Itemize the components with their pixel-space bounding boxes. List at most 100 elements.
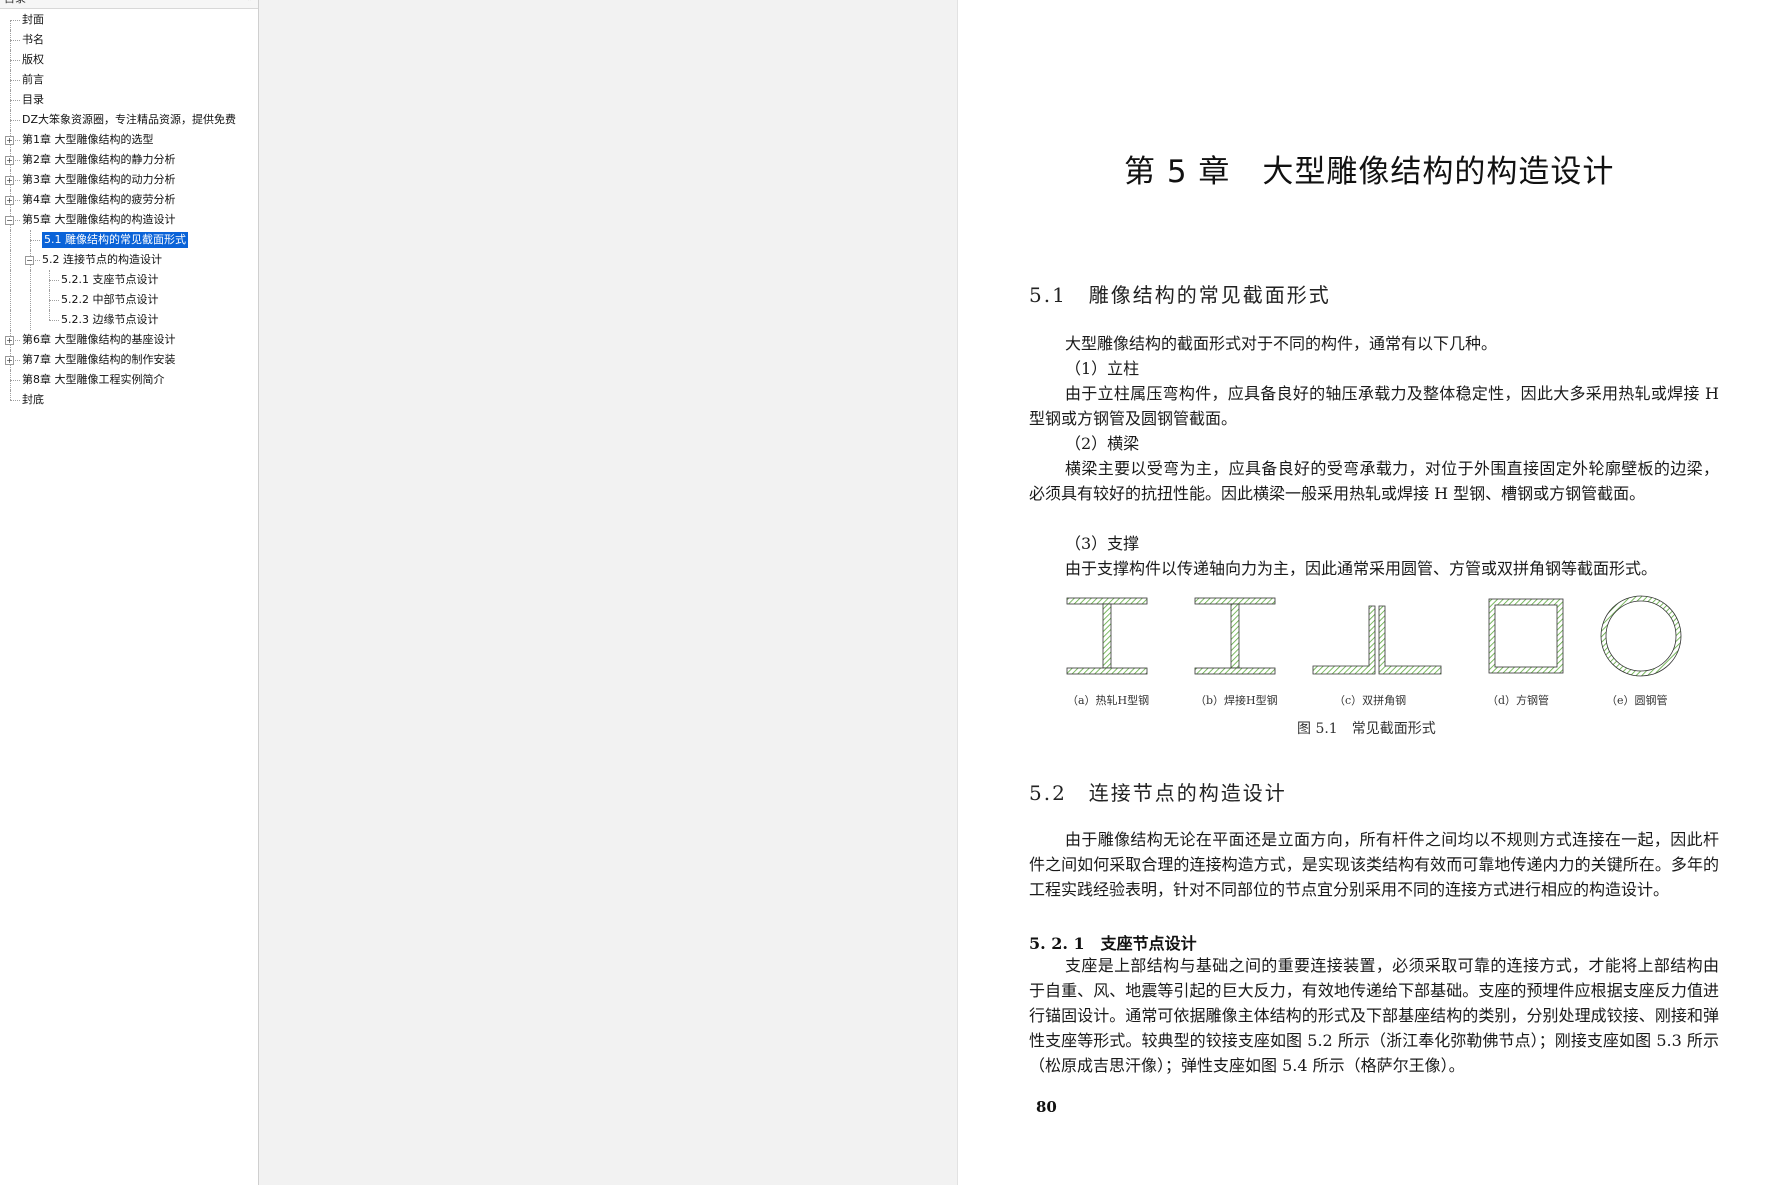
tree-guide-line [10, 40, 20, 41]
tree-guide-line [10, 250, 11, 270]
toc-item-label: 第5章 大型雕像结构的构造设计 [22, 213, 176, 226]
toc-item-label: 第1章 大型雕像结构的选型 [22, 133, 154, 146]
subsection-title-5-2-1: 5. 2. 1 支座节点设计 [1029, 934, 1197, 953]
toc-item-label: 5.2.1 支座节点设计 [61, 273, 159, 286]
expand-icon[interactable]: + [5, 196, 14, 205]
close-panel-icon[interactable]: « [245, 0, 252, 5]
toc-item-label: 前言 [22, 73, 44, 86]
double-angle-section-icon [1312, 605, 1442, 675]
toc-item-label: 第7章 大型雕像结构的制作安装 [22, 353, 176, 366]
tree-guide-line [10, 380, 20, 381]
tree-guide-line [10, 80, 20, 81]
paragraph: 由于立柱属压弯构件，应具备良好的轴压承载力及整体稳定性，因此大多采用热轧或焊接 … [1029, 384, 1719, 428]
toc-item[interactable]: 5.2.2 中部节点设计 [0, 290, 258, 310]
welded-h-section-icon [1194, 597, 1276, 675]
tree-guide-line [10, 20, 11, 30]
toc-item[interactable]: 5.2.1 支座节点设计 [0, 270, 258, 290]
toc-item-label: 第6章 大型雕像结构的基座设计 [22, 333, 176, 346]
expand-icon[interactable]: + [5, 336, 14, 345]
toc-item[interactable]: DZ大笨象资源圈，专注精品资源，提供免费 [0, 110, 258, 130]
round-tube-section-icon [1600, 595, 1682, 677]
toc-item-label: 封面 [22, 13, 44, 26]
tree-guide-line [30, 270, 31, 290]
paragraph: 大型雕像结构的截面形式对于不同的构件，通常有以下几种。 [1065, 334, 1498, 353]
toc-item[interactable]: 前言 [0, 70, 258, 90]
tree-guide-line [30, 240, 40, 241]
tree-guide-line [10, 60, 20, 61]
toc-item[interactable]: 版权 [0, 50, 258, 70]
figure-subcaption: （c）双拼角钢 [1334, 694, 1407, 707]
toc-item[interactable]: + 第3章 大型雕像结构的动力分析 [0, 170, 258, 190]
section-title-5-2: 5.2 连接节点的构造设计 [1029, 781, 1287, 805]
toc-item[interactable]: + 第1章 大型雕像结构的选型 [0, 130, 258, 150]
toc-item-label: 目录 [22, 93, 44, 106]
viewer-background [259, 0, 956, 1185]
paragraph: 横梁主要以受弯为主，应具备良好的受弯承载力，对位于外围直接固定外轮廓壁板的边梁，… [1029, 459, 1719, 503]
cross-section-drawings [1066, 595, 1682, 677]
toc-item[interactable]: + 第7章 大型雕像结构的制作安装 [0, 350, 258, 370]
tree-guide-line [10, 100, 20, 101]
toc-item-label: 第2章 大型雕像结构的静力分析 [22, 153, 176, 166]
list-item-heading: （2）横梁 [1065, 434, 1140, 453]
toc-item-label: 5.2.2 中部节点设计 [61, 293, 159, 306]
square-tube-section-icon [1488, 598, 1564, 674]
chapter-title: 第 5 章 大型雕像结构的构造设计 [1124, 154, 1615, 190]
list-item-heading: （1）立柱 [1065, 359, 1140, 378]
section-title-5-1: 5.1 雕像结构的常见截面形式 [1029, 283, 1331, 307]
document-page: 第 5 章 大型雕像结构的构造设计 5.1 雕像结构的常见截面形式 大型雕像结构… [957, 0, 1770, 1185]
toc-item[interactable]: 封底 [0, 390, 258, 410]
toc-item[interactable]: 5.2.3 边缘节点设计 [0, 310, 258, 330]
toc-item[interactable]: + 第2章 大型雕像结构的静力分析 [0, 150, 258, 170]
toc-item-label: 书名 [22, 33, 44, 46]
toc-header-title: 目录 [4, 0, 26, 6]
toc-item-label: 第3章 大型雕像结构的动力分析 [22, 173, 176, 186]
tree-guide-line [10, 230, 11, 250]
toc-item[interactable]: + 第6章 大型雕像结构的基座设计 [0, 330, 258, 350]
toc-item[interactable]: 5.1 雕像结构的常见截面形式 [0, 230, 258, 250]
toc-item[interactable]: −5.2 连接节点的构造设计 [0, 250, 258, 270]
expand-icon[interactable]: + [5, 176, 14, 185]
toc-tree: 封面书名版权前言目录 DZ大笨象资源圈，专注精品资源，提供免费 + 第1章 大型雕像结… [0, 10, 258, 410]
figure-subcaption: （d）方钢管 [1487, 694, 1550, 707]
hot-rolled-h-section-icon [1066, 597, 1148, 675]
paragraph: 由于雕像结构无论在平面还是立面方向，所有杆件之间均以不规则方式连接在一起，因此杆… [1029, 830, 1719, 899]
expand-icon[interactable]: + [5, 156, 14, 165]
tree-guide-line [30, 290, 31, 310]
toc-item[interactable]: + 第4章 大型雕像结构的疲劳分析 [0, 190, 258, 210]
figure-subcaption: （b）焊接H型钢 [1195, 694, 1278, 707]
tree-guide-line [49, 300, 59, 301]
page-number: 80 [1036, 1098, 1057, 1116]
toc-item[interactable]: 第8章 大型雕像工程实例简介 [0, 370, 258, 390]
figure-caption: 图 5.1 常见截面形式 [1297, 721, 1436, 737]
paragraph: 支座是上部结构与基础之间的重要连接装置，必须采取可靠的连接方式，才能将上部结构由… [1029, 956, 1719, 1075]
collapse-icon[interactable]: − [25, 256, 34, 265]
toc-item-label: 封底 [22, 393, 44, 406]
toc-item-label: 5.2.3 边缘节点设计 [61, 313, 159, 326]
tree-guide-line [10, 290, 11, 310]
tree-guide-line [49, 320, 59, 321]
expand-icon[interactable]: + [5, 356, 14, 365]
tree-guide-line [10, 310, 11, 330]
tree-guide-line [49, 280, 59, 281]
figure-subcaption: （a）热轧H型钢 [1067, 694, 1150, 707]
toc-item-label: 版权 [22, 53, 44, 66]
tree-guide-line [10, 400, 20, 401]
toc-item-label: 5.2 连接节点的构造设计 [42, 253, 162, 266]
tree-guide-line [10, 120, 20, 121]
expand-icon[interactable]: + [5, 136, 14, 145]
tree-guide-line [49, 310, 50, 320]
toc-item[interactable]: 封面 [0, 10, 258, 30]
toc-item-label: 第8章 大型雕像工程实例简介 [22, 373, 165, 386]
toc-item-label: 5.1 雕像结构的常见截面形式 [41, 231, 189, 249]
toc-item[interactable]: 目录 [0, 90, 258, 110]
toc-item[interactable]: − 第5章 大型雕像结构的构造设计 [0, 210, 258, 230]
collapse-icon[interactable]: − [5, 216, 14, 225]
figure-subcaption: （e）圆钢管 [1606, 694, 1668, 707]
toc-header: 目录 « [0, 0, 258, 9]
tree-guide-line [10, 270, 11, 290]
paragraph: 由于支撑构件以传递轴向力为主，因此通常采用圆管、方管或双拼角钢等截面形式。 [1065, 559, 1658, 578]
toc-item[interactable]: 书名 [0, 30, 258, 50]
list-item-heading: （3）支撑 [1065, 534, 1140, 553]
toc-panel: 目录 « 封面书名版权前言目录DZ大笨象资源圈，专注精品资源，提供免费+第1章 … [0, 0, 259, 1185]
tree-guide-line [10, 390, 11, 400]
